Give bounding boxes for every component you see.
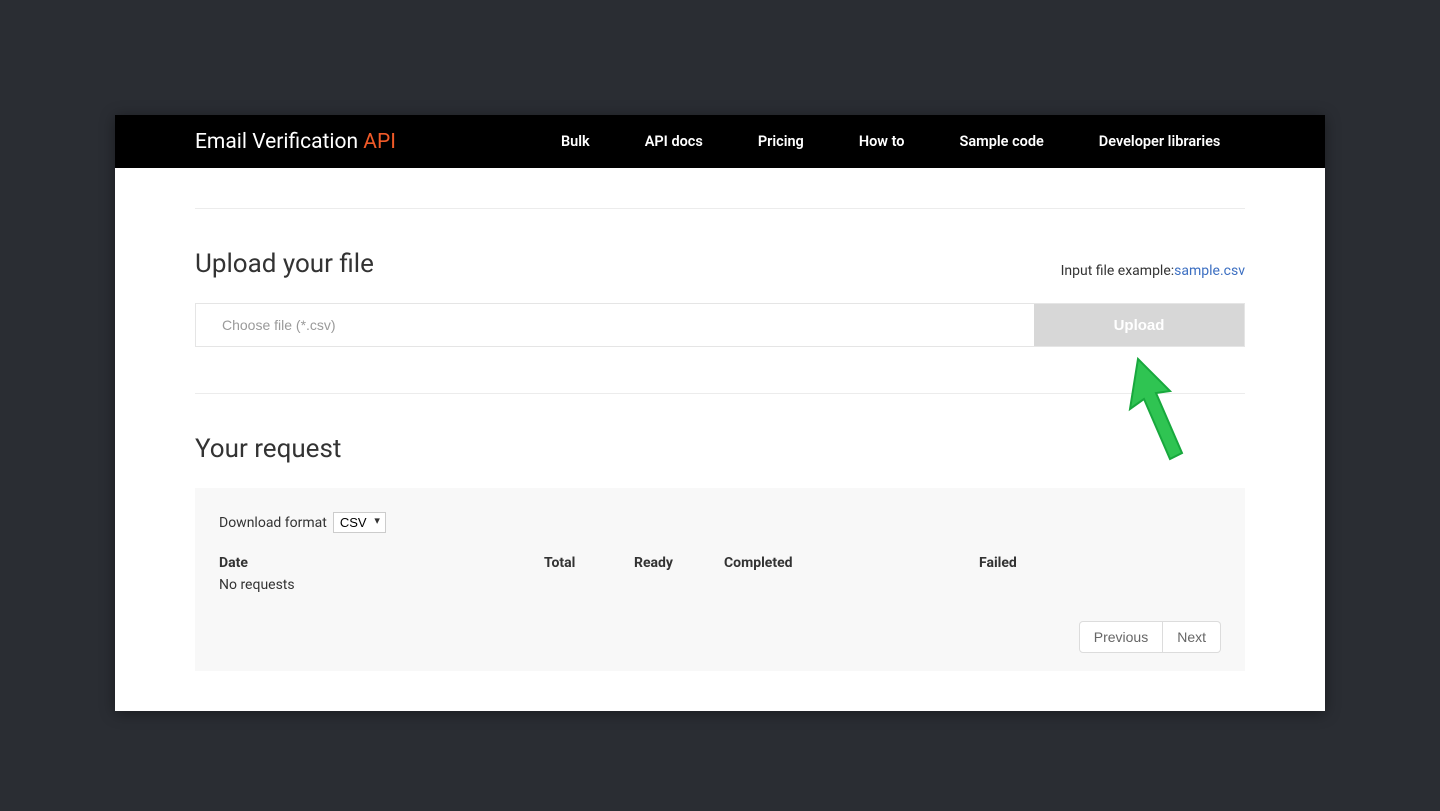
- download-format-label: Download format: [219, 515, 327, 531]
- nav-how-to[interactable]: How to: [859, 133, 905, 150]
- sample-csv-link[interactable]: sample.csv: [1174, 263, 1245, 279]
- input-file-example: Input file example:sample.csv: [1061, 263, 1245, 279]
- nav-developer-libraries[interactable]: Developer libraries: [1099, 133, 1221, 150]
- col-date-header: Date: [219, 555, 544, 571]
- nav-links: Bulk API docs Pricing How to Sample code…: [561, 133, 1220, 150]
- app-frame: Email Verification API Bulk API docs Pri…: [115, 115, 1325, 711]
- col-total-header: Total: [544, 555, 634, 571]
- nav-api-docs[interactable]: API docs: [645, 133, 703, 150]
- request-box: Download format CSV Date Total Ready Com…: [195, 488, 1245, 671]
- nav-bulk[interactable]: Bulk: [561, 133, 590, 150]
- upload-button[interactable]: Upload: [1034, 304, 1244, 346]
- example-label: Input file example:: [1061, 263, 1175, 279]
- brand-accent: API: [363, 130, 396, 154]
- next-button[interactable]: Next: [1163, 621, 1221, 653]
- col-failed-header: Failed: [979, 555, 1221, 571]
- request-section: Your request Download format CSV Date To…: [195, 394, 1245, 671]
- brand-logo: Email Verification API: [195, 130, 396, 154]
- main-content: Upload your file Input file example:samp…: [115, 168, 1325, 711]
- col-ready-header: Ready: [634, 555, 724, 571]
- top-nav: Email Verification API Bulk API docs Pri…: [115, 115, 1325, 168]
- no-requests-message: No requests: [219, 577, 1221, 593]
- upload-header: Upload your file Input file example:samp…: [195, 249, 1245, 279]
- download-format-row: Download format CSV: [219, 512, 1221, 533]
- previous-button[interactable]: Previous: [1079, 621, 1163, 653]
- file-input-row: Upload: [195, 303, 1245, 347]
- choose-file-input[interactable]: [196, 304, 1034, 346]
- upload-heading: Upload your file: [195, 249, 374, 279]
- nav-pricing[interactable]: Pricing: [758, 133, 804, 150]
- col-completed-header: Completed: [724, 555, 979, 571]
- upload-section: Upload your file Input file example:samp…: [195, 209, 1245, 347]
- request-columns-header: Date Total Ready Completed Failed: [219, 555, 1221, 571]
- pagination: Previous Next: [219, 621, 1221, 653]
- request-heading: Your request: [195, 434, 1245, 464]
- brand-main: Email Verification: [195, 130, 363, 154]
- nav-sample-code[interactable]: Sample code: [960, 133, 1044, 150]
- download-format-select[interactable]: CSV: [333, 512, 386, 533]
- download-format-select-wrap: CSV: [333, 512, 386, 533]
